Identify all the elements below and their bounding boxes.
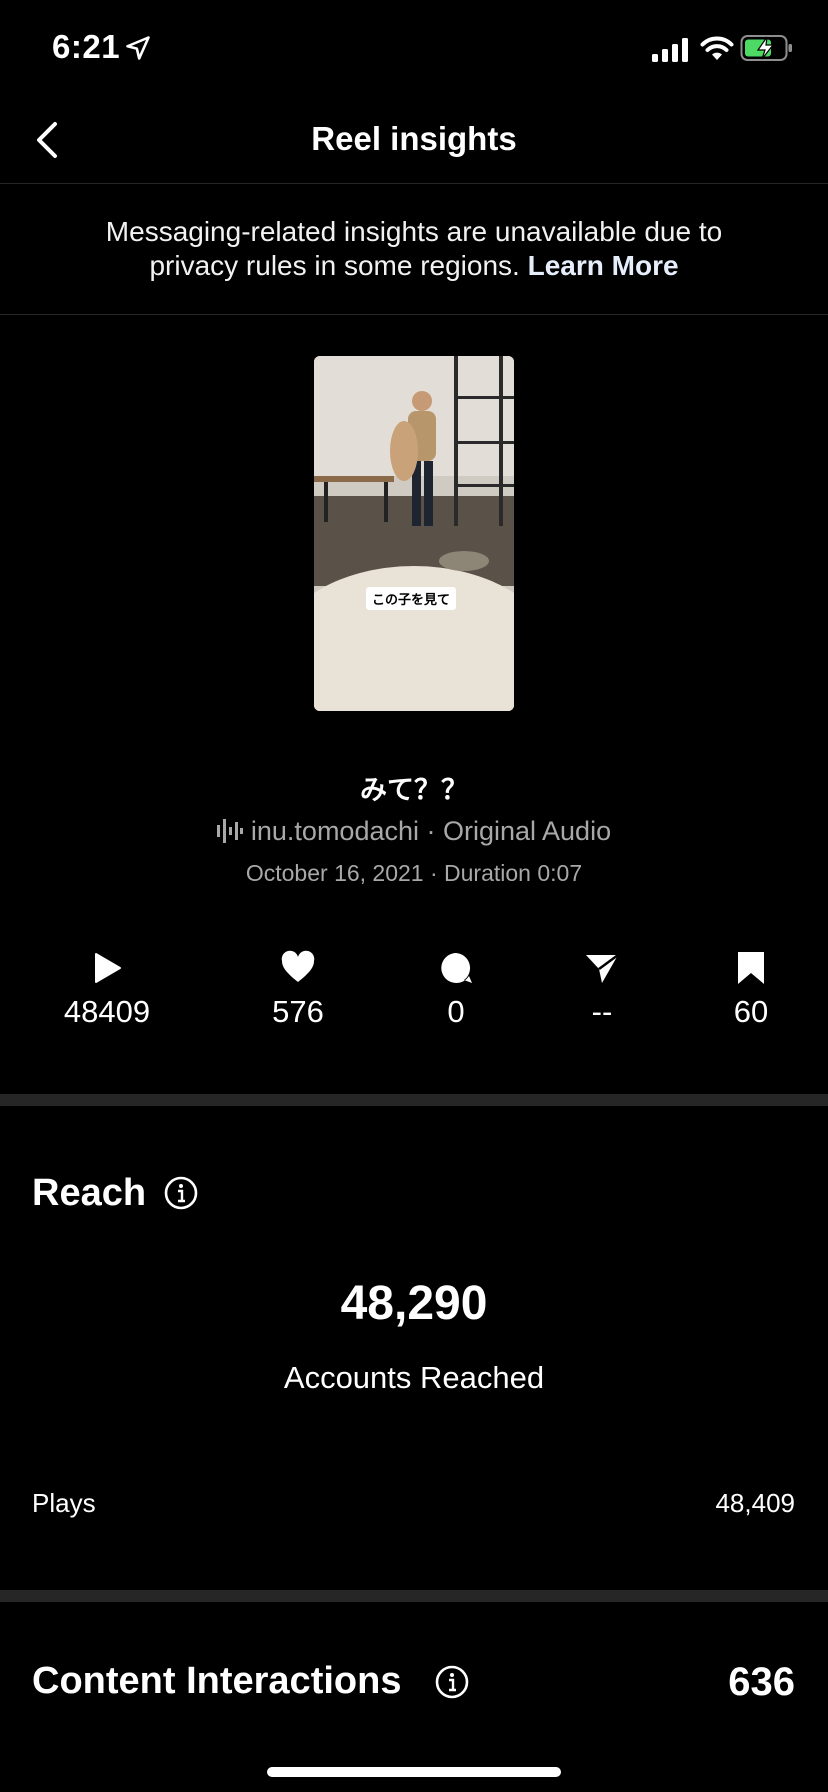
- status-bar: 6:21: [0, 0, 828, 100]
- thumbnail-caption: この子を見て: [366, 587, 457, 610]
- reel-caption: みて？？: [360, 775, 468, 805]
- plays-count: 48409: [63, 994, 151, 1029]
- cellular-signal-icon: [652, 38, 688, 62]
- share-paper-plane-icon: [586, 953, 619, 983]
- comment-bubble-icon: [441, 953, 472, 983]
- wifi-icon: [700, 36, 734, 60]
- stat-plays: 48409: [27, 950, 187, 1030]
- learn-more-link[interactable]: Learn More: [528, 250, 679, 281]
- reel-date-duration: October 16, 2021 · Duration 0:07: [245, 860, 583, 886]
- audio-waveform-icon: [216, 819, 243, 843]
- audio-attribution[interactable]: inu.tomodachi · Original Audio: [0, 816, 828, 847]
- reel-thumbnail[interactable]: この子を見て: [314, 356, 514, 711]
- reach-title: Reach: [32, 1172, 147, 1214]
- content-interactions-title: Content Interactions: [32, 1660, 402, 1702]
- location-arrow-icon: [126, 36, 150, 60]
- bookmark-icon: [738, 952, 764, 984]
- likes-count: 576: [272, 994, 324, 1029]
- reel-thumbnail-scene: [314, 356, 514, 711]
- accounts-reached-value: 48,290: [340, 1277, 488, 1330]
- stat-comments: 0: [376, 950, 536, 1030]
- heart-icon: [281, 950, 315, 982]
- audio-label: inu.tomodachi · Original Audio: [250, 816, 612, 846]
- saves-count: 60: [733, 994, 769, 1029]
- navigation-bar: Reel insights: [0, 100, 828, 184]
- plays-row-value: 48,409: [715, 1488, 795, 1518]
- stat-saves: 60: [671, 950, 828, 1030]
- stat-shares: --: [522, 950, 682, 1030]
- stat-likes: 576: [218, 950, 378, 1030]
- comments-count: 0: [447, 994, 465, 1029]
- content-interactions-info-icon[interactable]: [435, 1665, 469, 1699]
- page-title: Reel insights: [311, 120, 517, 157]
- status-time: 6:21: [52, 28, 121, 65]
- privacy-notice-banner: Messaging-related insights are unavailab…: [0, 185, 828, 315]
- accounts-reached-label: Accounts Reached: [283, 1360, 545, 1395]
- section-divider: [0, 1094, 828, 1106]
- content-interactions-value: 636: [728, 1660, 795, 1704]
- section-divider: [0, 1590, 828, 1602]
- shares-count: --: [591, 994, 613, 1029]
- home-indicator[interactable]: [267, 1767, 561, 1777]
- play-icon: [95, 953, 121, 983]
- reach-info-icon[interactable]: [164, 1176, 198, 1210]
- plays-row-label: Plays: [32, 1488, 96, 1518]
- battery-charging-icon: [740, 35, 792, 61]
